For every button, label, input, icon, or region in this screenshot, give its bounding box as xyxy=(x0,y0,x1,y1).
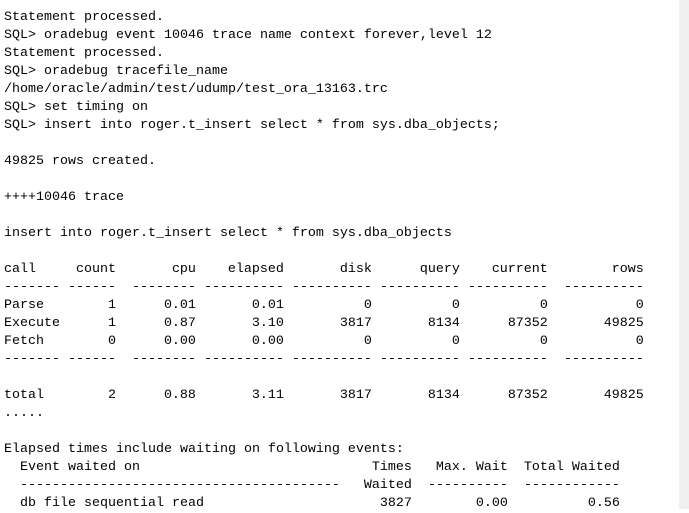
table-cell: 0 xyxy=(451,298,460,313)
table-cell: 87352 xyxy=(507,388,548,403)
table-cell: 0.01 xyxy=(251,298,284,313)
table-cell: call xyxy=(4,262,36,277)
table-cell: total xyxy=(4,388,44,403)
table-cell: 0 xyxy=(107,334,116,349)
console-line: 49825 rows created. xyxy=(4,154,156,169)
console-line: SQL> set timing on xyxy=(4,100,148,115)
table-cell: 8134 xyxy=(427,388,460,403)
table-cell: Fetch xyxy=(4,334,44,349)
table-cell: 0 xyxy=(635,298,644,313)
table-cell: 0 xyxy=(635,334,644,349)
table-row: Parse 1 0.01 0.01 0 0 0 0 xyxy=(4,297,644,315)
table-cell: rows xyxy=(611,262,644,277)
table-cell: current xyxy=(491,262,548,277)
console-line: SQL> oradebug tracefile_name xyxy=(4,64,228,79)
table-cell: 0 xyxy=(363,298,372,313)
table-cell: 2 xyxy=(107,388,116,403)
console-line: Statement processed. xyxy=(4,10,164,25)
table-cell: 0.87 xyxy=(163,316,196,331)
table-separator: ------- ------ -------- ---------- -----… xyxy=(4,352,644,367)
table-cell: 3817 xyxy=(339,388,372,403)
table-cell: elapsed xyxy=(227,262,284,277)
table-separator: ------- ------ -------- ---------- -----… xyxy=(4,280,644,295)
console-line: Statement processed. xyxy=(4,46,164,61)
table-cell: cpu xyxy=(171,262,196,277)
table-cell: 49825 xyxy=(603,388,644,403)
console-line: insert into roger.t_insert select * from… xyxy=(4,226,452,241)
table-cell: 87352 xyxy=(507,316,548,331)
table-row: Execute 1 0.87 3.10 3817 8134 87352 49825 xyxy=(4,315,644,333)
table-cell: disk xyxy=(339,262,372,277)
table-cell: 0 xyxy=(363,334,372,349)
table-cell: Execute xyxy=(4,316,60,331)
table-cell: 1 xyxy=(107,298,116,313)
console-line: db file sequential read 3827 0.00 0.56 xyxy=(4,496,620,511)
table-cell: 49825 xyxy=(603,316,644,331)
console-line: SQL> insert into roger.t_insert select *… xyxy=(4,118,500,133)
console-line: Elapsed times include waiting on followi… xyxy=(4,442,404,457)
table-cell: 0.01 xyxy=(163,298,196,313)
table-cell: 8134 xyxy=(427,316,460,331)
table-total-row: total 2 0.88 3.11 3817 8134 87352 49825 xyxy=(4,387,644,405)
table-cell: 0 xyxy=(539,298,548,313)
table-cell: Parse xyxy=(4,298,44,313)
table-cell: query xyxy=(419,262,460,277)
console-line: ----------------------------------------… xyxy=(4,478,620,493)
console-line: /home/oracle/admin/test/udump/test_ora_1… xyxy=(4,82,388,97)
table-cell: 0.88 xyxy=(163,388,196,403)
console-line: ++++10046 trace xyxy=(4,190,124,205)
table-cell: 1 xyxy=(107,316,116,331)
table-cell: 0 xyxy=(451,334,460,349)
table-cell: 3.10 xyxy=(251,316,284,331)
table-cell: 3817 xyxy=(339,316,372,331)
console-line: ..... xyxy=(4,406,44,421)
window-edge xyxy=(679,0,689,509)
table-row: Fetch 0 0.00 0.00 0 0 0 0 xyxy=(4,333,644,351)
console-line: SQL> oradebug event 10046 trace name con… xyxy=(4,28,492,43)
table-cell: 0.00 xyxy=(163,334,196,349)
terminal-output: Statement processed. SQL> oradebug event … xyxy=(4,9,644,513)
table-cell: 3.11 xyxy=(251,388,284,403)
table-cell: 0.00 xyxy=(251,334,284,349)
table-header-row: call count cpu elapsed disk query current rows xyxy=(4,261,644,279)
table-cell: count xyxy=(75,262,116,277)
table-cell: 0 xyxy=(539,334,548,349)
console-line: Event waited on Times Max. Wait Total Wa… xyxy=(4,460,620,475)
